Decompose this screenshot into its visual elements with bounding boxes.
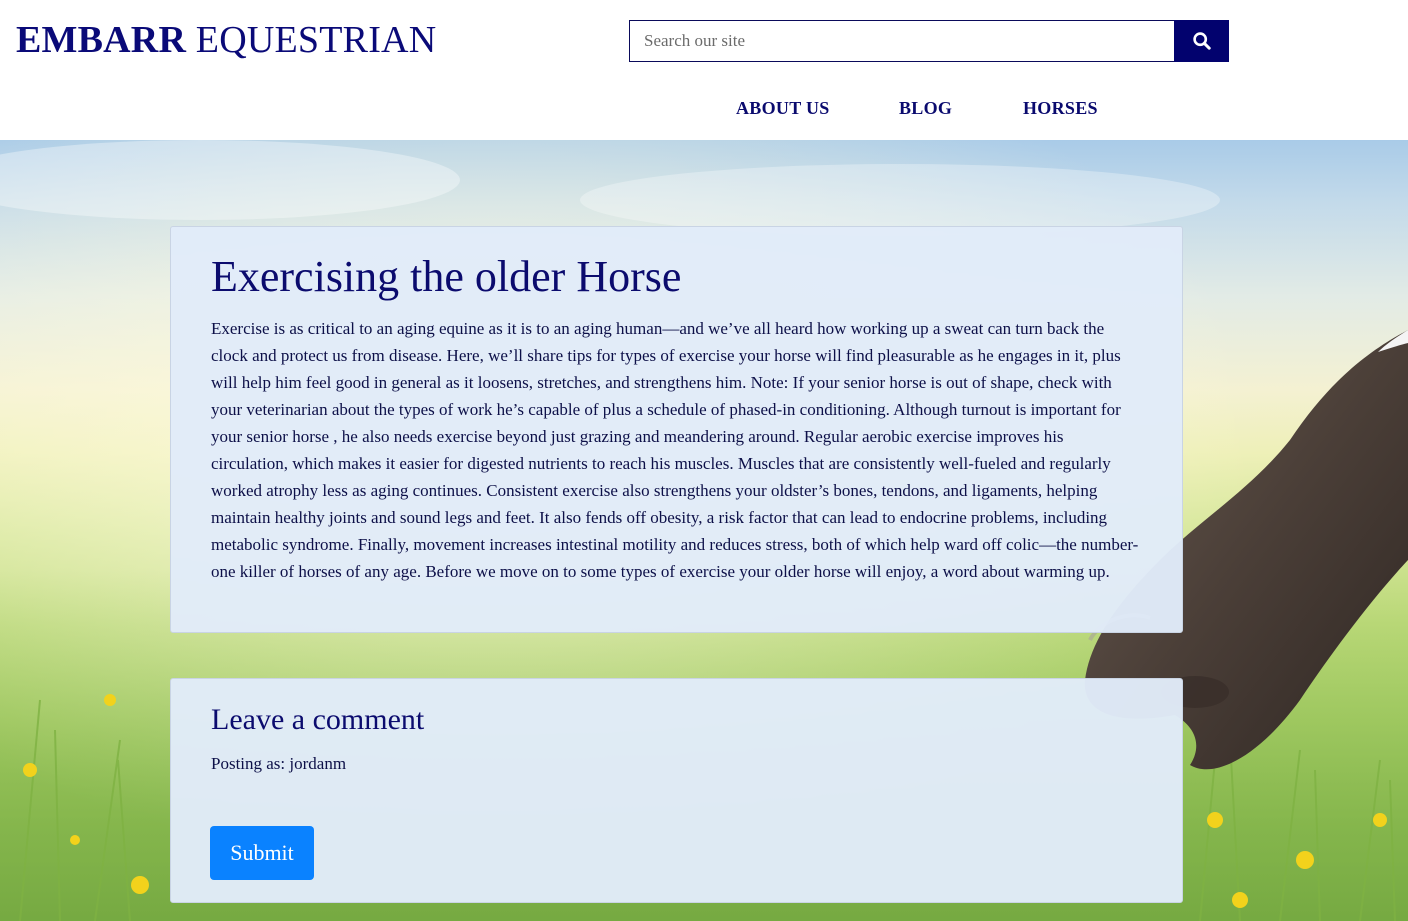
search-icon	[1192, 32, 1211, 50]
search-button[interactable]	[1174, 20, 1229, 62]
comment-card: Leave a comment Posting as: jordanm Subm…	[170, 678, 1183, 903]
comment-title: Leave a comment	[211, 703, 425, 736]
submit-button[interactable]: Submit	[210, 826, 314, 880]
site-header: EMBARR EQUESTRIAN ABOUT US BLOG HORSES	[0, 0, 1408, 140]
nav-link-blog[interactable]: BLOG	[899, 97, 952, 119]
article-title: Exercising the older Horse	[211, 252, 682, 301]
logo-bold-text: EMBARR	[16, 19, 187, 61]
posting-as-label: Posting as: jordanm	[211, 754, 347, 773]
article-card: Exercising the older Horse Exercise is a…	[170, 226, 1183, 633]
search-input[interactable]	[629, 20, 1174, 62]
article-body: Exercise is as critical to an aging equi…	[211, 319, 1139, 581]
logo-light-text: EQUESTRIAN	[186, 19, 437, 61]
search-form	[629, 20, 1229, 62]
site-logo[interactable]: EMBARR EQUESTRIAN	[16, 18, 436, 62]
nav-link-horses[interactable]: HORSES	[1023, 97, 1098, 119]
nav-link-about-us[interactable]: ABOUT US	[736, 97, 830, 119]
